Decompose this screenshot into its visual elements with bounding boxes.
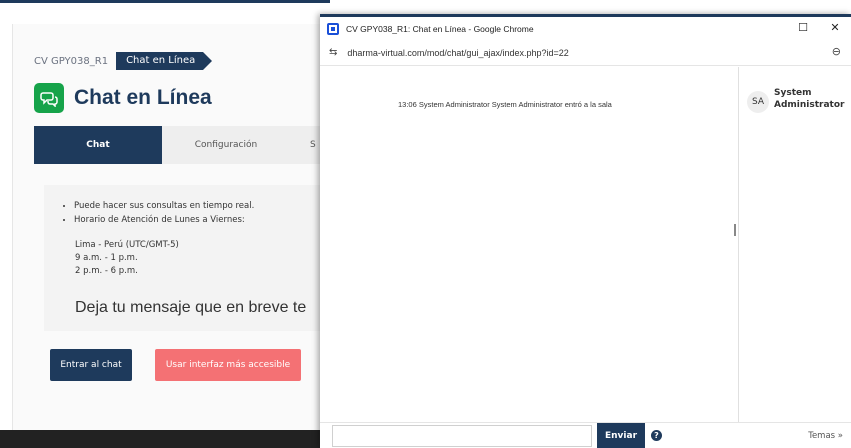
site-settings-icon[interactable]: ⇆ (329, 47, 337, 58)
resize-handle[interactable] (734, 224, 736, 236)
enter-chat-button[interactable]: Entrar al chat (50, 349, 132, 381)
avatar: SA (747, 91, 769, 113)
window-title: CV GPY038_R1: Chat en Línea - Google Chr… (346, 23, 534, 34)
info-item: Puede hacer sus consultas en tiempo real… (74, 199, 254, 213)
page-footer (0, 430, 330, 448)
top-strip (0, 0, 330, 16)
system-message: 13:06 System Administrator System Admini… (398, 100, 612, 109)
help-icon[interactable]: ? (651, 430, 662, 441)
info-list: Puede hacer sus consultas en tiempo real… (74, 199, 254, 227)
url-text[interactable]: dharma-virtual.com/mod/chat/gui_ajax/ind… (347, 48, 568, 58)
send-bar: Enviar ? Temas » (320, 422, 851, 448)
user-item[interactable]: SA System Administrator (747, 87, 846, 113)
tab-configuration[interactable]: Configuración (162, 126, 290, 164)
close-icon[interactable]: ✕ (827, 21, 843, 34)
zoom-icon[interactable]: ⊖ (832, 45, 841, 58)
office-hours: Lima - Perú (UTC/GMT-5) 9 a.m. - 1 p.m. … (75, 239, 179, 278)
maximize-icon[interactable]: ☐ (795, 21, 811, 34)
chat-icon (34, 83, 64, 113)
page-title: Chat en Línea (74, 86, 212, 109)
activity-tabs: Chat Configuración S (34, 126, 330, 164)
breadcrumb: CV GPY038_R1 Chat en Línea (34, 52, 213, 70)
messages-area: 13:06 System Administrator System Admini… (320, 67, 738, 422)
breadcrumb-course[interactable]: CV GPY038_R1 (34, 54, 116, 69)
window-titlebar: CV GPY038_R1: Chat en Línea - Google Chr… (320, 14, 851, 40)
title-row: Chat en Línea (34, 83, 212, 113)
tab-chat[interactable]: Chat (34, 126, 162, 164)
leave-message-text: Deja tu mensaje que en breve te (75, 299, 307, 316)
themes-link[interactable]: Temas » (808, 431, 843, 441)
accessible-interface-button[interactable]: Usar interfaz más accesible (155, 349, 301, 381)
info-item: Horario de Atención de Lunes a Viernes: (74, 213, 254, 227)
address-bar: ⇆ dharma-virtual.com/mod/chat/gui_ajax/i… (320, 40, 851, 66)
hours-morning: 9 a.m. - 1 p.m. (75, 253, 138, 263)
breadcrumb-current: Chat en Línea (116, 52, 213, 70)
browser-logo-icon (327, 22, 339, 35)
users-list: SA System Administrator (739, 67, 851, 422)
send-button[interactable]: Enviar (597, 423, 645, 448)
chat-popup-window: CV GPY038_R1: Chat en Línea - Google Chr… (320, 14, 851, 448)
message-input[interactable] (332, 425, 592, 447)
hours-afternoon: 2 p.m. - 6 p.m. (75, 266, 138, 276)
chat-intro-box: Puede hacer sus consultas en tiempo real… (44, 185, 330, 331)
user-name: System Administrator (774, 88, 845, 110)
hours-timezone: Lima - Perú (UTC/GMT-5) (75, 240, 179, 250)
